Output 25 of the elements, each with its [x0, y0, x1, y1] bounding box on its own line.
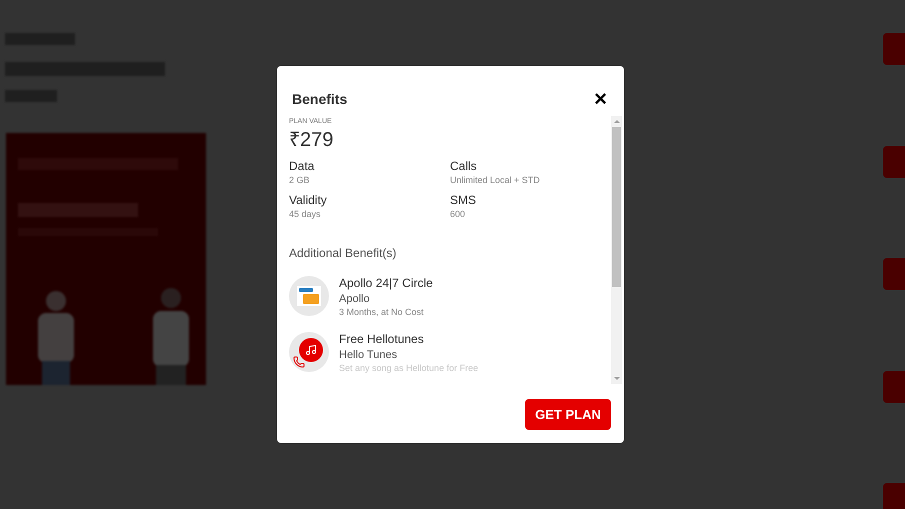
dialog-title: Benefits: [292, 90, 348, 108]
phone-icon: [293, 356, 305, 368]
spec-label: SMS: [450, 193, 478, 208]
benefit-provider: Apollo: [339, 292, 371, 306]
get-plan-button[interactable]: GET PLAN: [525, 399, 611, 430]
music-note-icon: [299, 338, 323, 362]
benefit-title: Free Hellotunes: [339, 332, 425, 346]
scroll-up-icon[interactable]: [614, 120, 620, 123]
spec-value: Unlimited Local + STD: [450, 174, 541, 186]
benefit-detail: 3 Months, at No Cost: [339, 307, 425, 318]
spec-value: 600: [450, 208, 466, 221]
scroll-down-icon[interactable]: [614, 377, 620, 380]
spec-value: 45 days: [289, 208, 322, 221]
benefit-title: Apollo 24|7 Circle: [339, 276, 433, 290]
scrollbar-thumb[interactable]: [612, 127, 621, 287]
close-button[interactable]: ×: [594, 88, 607, 110]
scrollbar[interactable]: [611, 116, 622, 384]
section-heading: Additional Benefit(s): [289, 244, 398, 262]
spec-value: 2 GB: [289, 174, 311, 186]
spec-label: Data: [289, 158, 316, 174]
spec-label: Validity: [289, 193, 328, 208]
spec-label: Calls: [450, 158, 478, 174]
benefit-provider: Hello Tunes: [339, 348, 398, 362]
app-logo-icon: [297, 286, 321, 306]
plan-price: ₹279: [289, 128, 334, 152]
